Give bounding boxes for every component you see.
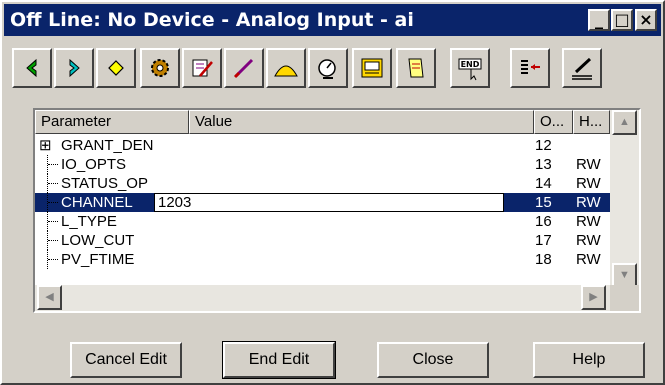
cell-o: 13 <box>535 156 552 173</box>
scroll-corner <box>610 285 639 311</box>
monitor-icon <box>361 58 383 78</box>
toolbar: END <box>12 48 657 92</box>
cell-h: RW <box>576 213 601 230</box>
scroll-right-button[interactable]: ▶ <box>581 285 606 310</box>
parameter-grid[interactable]: Parameter Value O... H... ⊞ GRANT_DEN 12 IO… <box>33 108 641 313</box>
write-button[interactable] <box>562 48 602 88</box>
green-left-arrow-icon <box>26 58 37 78</box>
monitor-button[interactable] <box>352 48 392 88</box>
cell-parameter: STATUS_OP <box>61 175 148 192</box>
cell-o: 16 <box>535 213 552 230</box>
cell-o: 18 <box>535 251 552 268</box>
tree-line <box>47 174 58 193</box>
list-arrow-button[interactable] <box>510 48 550 88</box>
table-row[interactable]: STATUS_OP 14 RW <box>35 174 610 193</box>
header-h[interactable]: H... <box>573 110 610 134</box>
cell-parameter: IO_OPTS <box>61 156 127 173</box>
tree-line <box>47 250 58 269</box>
table-row[interactable]: IO_OPTS 13 RW <box>35 155 610 174</box>
table-row[interactable]: PV_FTIME 18 RW <box>35 250 610 269</box>
yellow-diamond-icon <box>108 60 124 76</box>
analog-input-window: Off Line: No Device - Analog Input - ai … <box>0 0 665 385</box>
cell-o: 15 <box>535 194 552 211</box>
cell-h: RW <box>576 175 601 192</box>
tree-line <box>47 193 58 212</box>
close-window-button[interactable]: × <box>635 9 657 31</box>
scroll-icon <box>408 58 424 78</box>
help-button[interactable]: Help <box>533 342 645 378</box>
cell-parameter: L_TYPE <box>61 213 117 230</box>
table-row[interactable]: ⊞ GRANT_DEN 12 <box>35 136 610 155</box>
cell-o: 17 <box>535 232 552 249</box>
header-o[interactable]: O... <box>534 110 573 134</box>
gear-icon <box>151 59 169 77</box>
cell-o: 12 <box>535 137 552 154</box>
table-row[interactable]: CHANNEL 1203 15 RW <box>35 193 610 212</box>
trend-button[interactable] <box>266 48 306 88</box>
gauge-button[interactable] <box>308 48 348 88</box>
close-button[interactable]: Close <box>377 342 489 378</box>
table-row[interactable]: LOW_CUT 17 RW <box>35 231 610 250</box>
minimize-button[interactable]: _ <box>588 9 610 31</box>
cell-h: RW <box>576 156 601 173</box>
cell-parameter: LOW_CUT <box>61 232 135 249</box>
cancel-edit-button[interactable]: Cancel Edit <box>70 342 182 378</box>
probe-icon <box>233 58 254 79</box>
table-row[interactable]: L_TYPE 16 RW <box>35 212 610 231</box>
cell-parameter: GRANT_DEN <box>61 137 154 154</box>
forward-arrow-button[interactable] <box>54 48 94 88</box>
scroll-up-button[interactable]: ▲ <box>612 110 637 135</box>
pen-write-icon <box>572 57 592 80</box>
trend-curve-icon <box>274 65 298 77</box>
cell-parameter: PV_FTIME <box>61 251 135 268</box>
diamond-button[interactable] <box>96 48 136 88</box>
window-title: Off Line: No Device - Analog Input - ai <box>10 9 414 31</box>
header-value[interactable]: Value <box>189 110 534 134</box>
form-pencil-icon <box>192 59 213 77</box>
end-cursor-icon: END <box>458 58 482 81</box>
value-edit-field[interactable]: 1203 <box>154 193 504 212</box>
green-right-arrow-icon <box>69 58 80 78</box>
cell-h: RW <box>576 194 601 211</box>
scroll-left-button[interactable]: ◀ <box>37 285 62 310</box>
maximize-button[interactable]: □ <box>611 9 633 31</box>
vertical-scrollbar[interactable]: ▲ ▼ <box>610 110 639 290</box>
header-parameter[interactable]: Parameter <box>35 110 189 134</box>
list-arrow-icon <box>521 60 540 74</box>
probe-button[interactable] <box>224 48 264 88</box>
end-cursor-button[interactable]: END <box>450 48 490 88</box>
end-edit-button[interactable]: End Edit <box>222 341 336 379</box>
form-edit-button[interactable] <box>182 48 222 88</box>
tree-line <box>47 212 58 231</box>
cell-h: RW <box>576 232 601 249</box>
back-arrow-button[interactable] <box>12 48 52 88</box>
gauge-icon <box>318 59 336 79</box>
title-bar: Off Line: No Device - Analog Input - ai … <box>4 4 661 36</box>
horizontal-scrollbar[interactable]: ◀ ▶ <box>35 285 610 311</box>
gear-button[interactable] <box>140 48 180 88</box>
end-label: END <box>461 60 480 69</box>
cell-o: 14 <box>535 175 552 192</box>
tree-line <box>47 155 58 174</box>
tree-line <box>47 231 58 250</box>
scroll-button[interactable] <box>396 48 436 88</box>
cell-h: RW <box>576 251 601 268</box>
